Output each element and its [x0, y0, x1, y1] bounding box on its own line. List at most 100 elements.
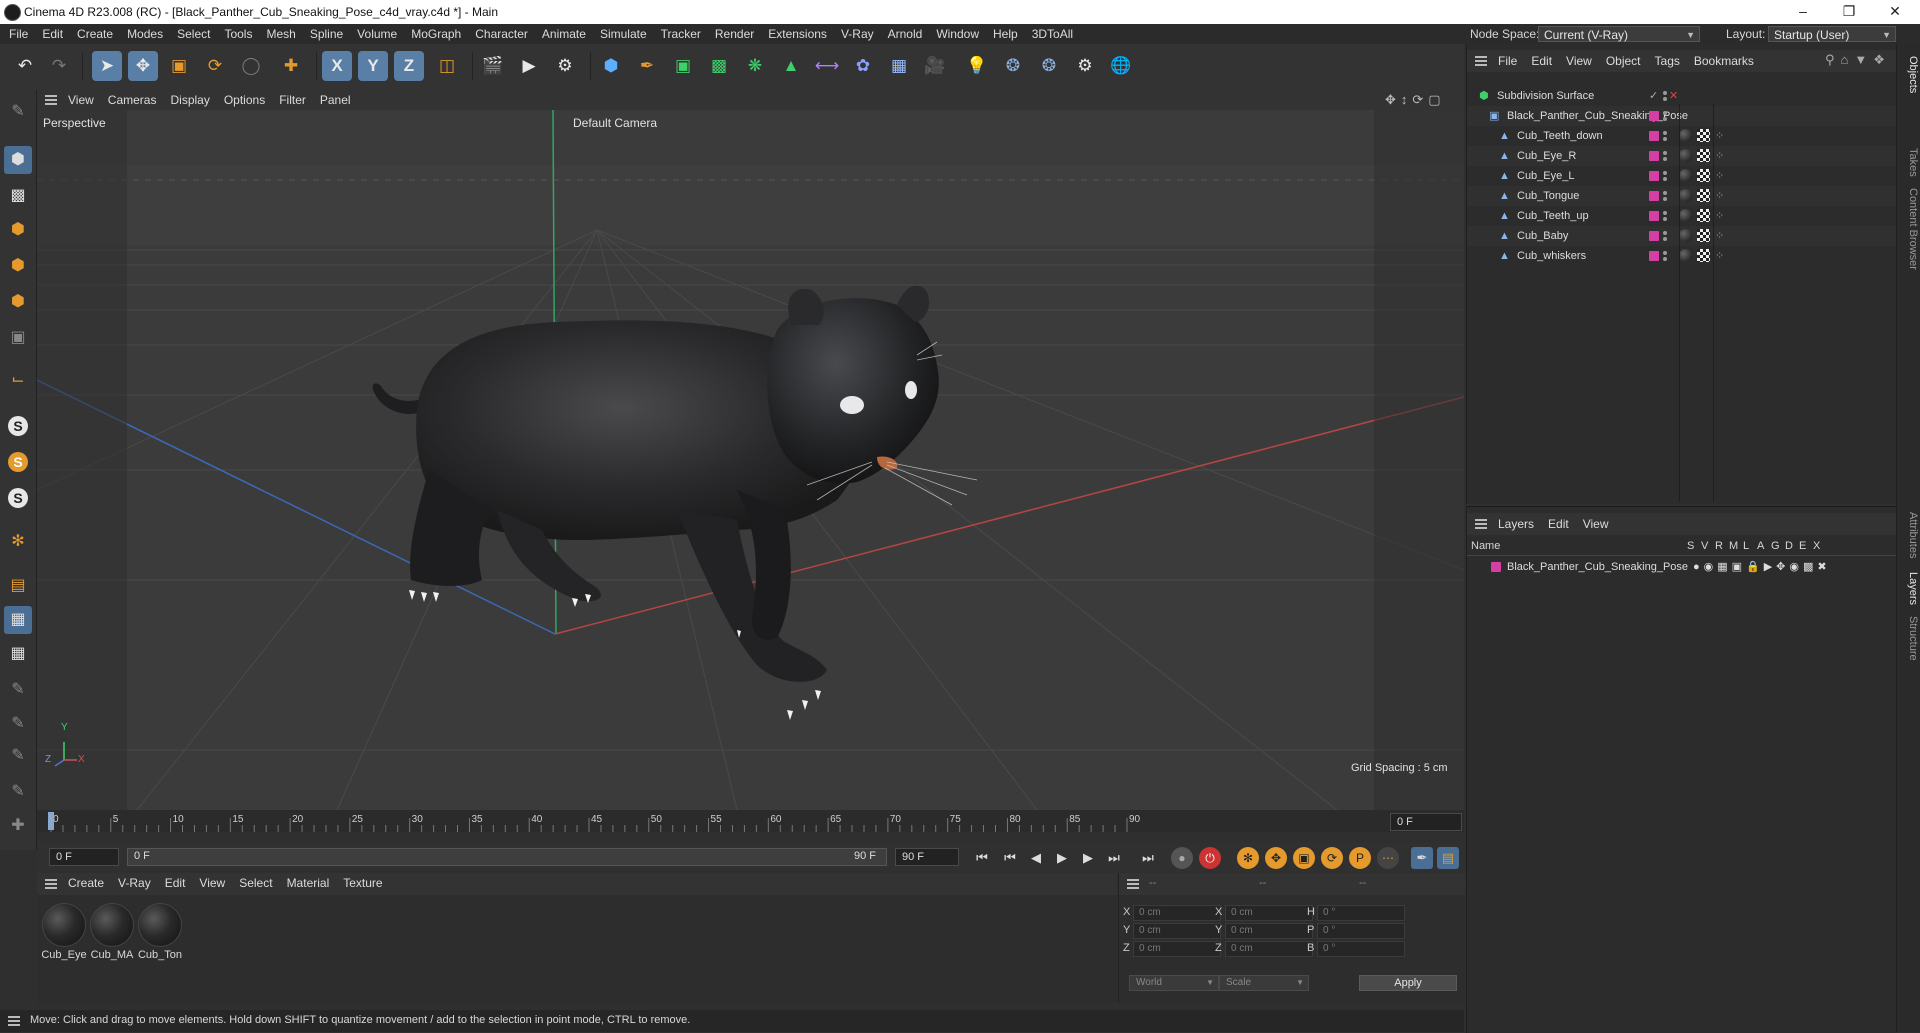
disable-x-icon[interactable]: ✕ [1669, 86, 1678, 106]
menu-render[interactable]: Render [708, 24, 761, 44]
workplane-icon[interactable]: ▤ [4, 572, 32, 600]
hamburger-icon[interactable] [1127, 879, 1139, 889]
light-icon[interactable]: 💡 [962, 51, 992, 81]
brush-tool-icon[interactable]: ✎ [4, 742, 32, 770]
layer-flag-header[interactable]: L [1743, 540, 1749, 552]
layer-row[interactable]: Black_Panther_Cub_Sneaking_Pose ●◉▦▣🔒▶✥◉… [1467, 557, 1897, 577]
menu-modes[interactable]: Modes [120, 24, 170, 44]
camera-icon[interactable]: 🎥 [920, 51, 950, 81]
material-tag-icon[interactable] [1679, 189, 1692, 202]
material-tag-icon[interactable] [1679, 169, 1692, 182]
render-dot[interactable] [1663, 197, 1667, 201]
render-view-icon[interactable]: 🎬 [478, 51, 508, 81]
objects-menu-view[interactable]: View [1559, 51, 1599, 71]
layer-flag-header[interactable]: X [1813, 540, 1820, 552]
hamburger-icon[interactable] [8, 1016, 20, 1026]
move-tool-icon[interactable]: ✥ [128, 51, 158, 81]
python-icon[interactable]: ❂ [998, 51, 1028, 81]
viewport-nav-icons[interactable]: ✥↕⟳▢ [1385, 92, 1446, 108]
visibility-dot[interactable] [1663, 211, 1667, 215]
point-level-icon[interactable]: ⋯ [1377, 847, 1399, 869]
magnet-icon[interactable]: ✻ [4, 528, 32, 556]
objects-menu-bookmarks[interactable]: Bookmarks [1687, 51, 1761, 71]
coord-field[interactable]: 0 cm [1225, 923, 1313, 939]
objects-menu-edit[interactable]: Edit [1524, 51, 1559, 71]
material-menu-material[interactable]: Material [280, 873, 337, 893]
rotation-key-icon[interactable]: ⟳ [1321, 847, 1343, 869]
material-tag-icon[interactable] [1679, 149, 1692, 162]
material-tag-icon[interactable] [1679, 249, 1692, 262]
tab-objects[interactable]: Objects [1899, 56, 1919, 93]
tab-takes[interactable]: Takes [1899, 148, 1919, 177]
object-row[interactable]: ▲ Cub_Eye_L ⁘ [1467, 166, 1897, 186]
texture-tag-icon[interactable] [1697, 209, 1710, 222]
coord-field[interactable]: 0 cm [1133, 941, 1221, 957]
menu-character[interactable]: Character [468, 24, 535, 44]
coordinate-space-dropdown[interactable]: World ▼ [1129, 975, 1219, 991]
render-dot[interactable] [1663, 237, 1667, 241]
object-row[interactable]: ▲ Cub_Tongue ⁘ [1467, 186, 1897, 206]
previous-key-icon[interactable]: ⏮ [999, 847, 1021, 869]
coord-field[interactable]: 0 cm [1225, 905, 1313, 921]
visibility-dot[interactable] [1663, 91, 1667, 95]
layer-color-swatch[interactable] [1649, 251, 1659, 261]
playhead[interactable] [48, 812, 54, 830]
layer-flag-header[interactable]: R [1715, 540, 1723, 552]
material-item[interactable]: Cub_Eye [41, 903, 87, 961]
snap-settings-icon[interactable]: S [4, 448, 32, 476]
menu-animate[interactable]: Animate [535, 24, 593, 44]
redo-icon[interactable]: ↷ [44, 51, 74, 81]
spline-pen-icon[interactable]: ✒ [632, 51, 662, 81]
layer-flag-header[interactable]: M [1729, 540, 1738, 552]
coordinate-mode-dropdown[interactable]: Scale ▼ [1219, 975, 1309, 991]
layer-color-swatch[interactable] [1649, 131, 1659, 141]
play-icon[interactable]: ▶ [1051, 847, 1073, 869]
scale-tool-icon[interactable]: ▣ [164, 51, 194, 81]
texture-tag-icon[interactable] [1697, 129, 1710, 142]
objects-menu-object[interactable]: Object [1599, 51, 1648, 71]
material-item[interactable]: Cub_Ton [137, 903, 183, 961]
texture-tag-icon[interactable] [1697, 149, 1710, 162]
vray-tag-icon[interactable]: ⁘ [1715, 146, 1724, 166]
previous-frame-icon[interactable]: ◀ [1025, 847, 1047, 869]
globe-icon[interactable]: 🌐 [1106, 51, 1136, 81]
model-mode-icon[interactable]: ⬢ [4, 146, 32, 174]
dope-sheet-icon[interactable]: ▤ [1437, 847, 1459, 869]
layer-flag-header[interactable]: D [1785, 540, 1793, 552]
material-tag-icon[interactable] [1679, 129, 1692, 142]
coord-field[interactable]: 0 ° [1317, 923, 1405, 939]
layer-color-swatch[interactable] [1649, 191, 1659, 201]
menu-tracker[interactable]: Tracker [654, 24, 708, 44]
end-frame-field[interactable]: 90 F [895, 848, 959, 866]
visibility-dot[interactable] [1663, 191, 1667, 195]
render-dot[interactable] [1663, 97, 1667, 101]
texture-tag-icon[interactable] [1697, 189, 1710, 202]
x-axis-lock-icon[interactable]: X [322, 51, 352, 81]
render-dot[interactable] [1663, 117, 1667, 121]
gear-icon[interactable]: ⚙ [1070, 51, 1100, 81]
locked-workplane-icon[interactable]: ▦ [4, 640, 32, 668]
layer-color-swatch[interactable] [1649, 151, 1659, 161]
timeline-ruler[interactable]: 0 5 10 15 20 25 30 35 40 45 50 55 60 65 70 75 80 85 90 0 F [37, 810, 1464, 832]
layout-dropdown[interactable]: Startup (User) ▼ [1768, 26, 1896, 42]
go-to-start-icon[interactable]: ⏮ [971, 847, 993, 869]
cube-object-icon[interactable]: ⬢ [596, 51, 626, 81]
polygons-mode-icon[interactable]: ⬢ [4, 288, 32, 316]
material-menu-create[interactable]: Create [61, 873, 111, 893]
material-item[interactable]: Cub_MA [89, 903, 135, 961]
scale-key-icon[interactable]: ▣ [1293, 847, 1315, 869]
subdivision-icon[interactable]: ▣ [668, 51, 698, 81]
tab-layers[interactable]: Layers [1899, 572, 1919, 605]
material-tag-icon[interactable] [1679, 229, 1692, 242]
render-dot[interactable] [1663, 217, 1667, 221]
texture-tag-icon[interactable] [1697, 169, 1710, 182]
menu-mesh[interactable]: Mesh [259, 24, 302, 44]
knife-tool-icon[interactable]: ✎ [4, 778, 32, 806]
viewport-menu-options[interactable]: Options [217, 90, 272, 110]
hamburger-icon[interactable] [45, 95, 57, 105]
render-picture-viewer-icon[interactable]: ▶ [514, 51, 544, 81]
apply-button[interactable]: Apply [1359, 975, 1457, 991]
coord-field[interactable]: 0 cm [1133, 905, 1221, 921]
visibility-dot[interactable] [1663, 171, 1667, 175]
menu-tools[interactable]: Tools [217, 24, 259, 44]
